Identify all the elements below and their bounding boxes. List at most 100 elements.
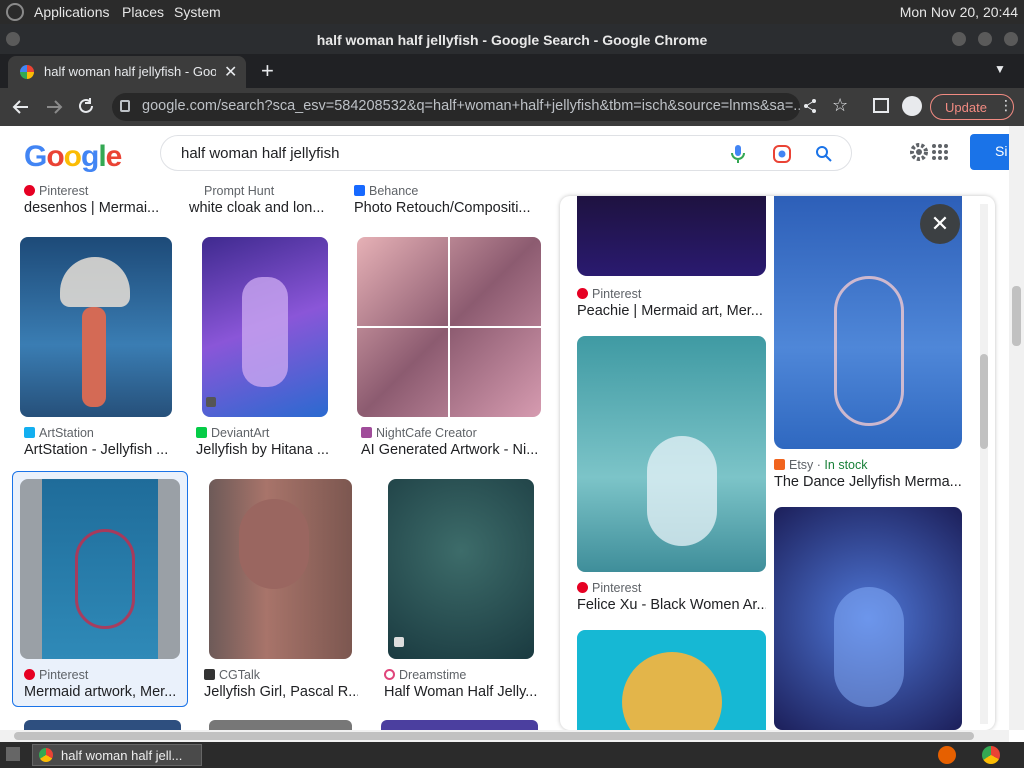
result-image-dreamstime[interactable]: [388, 479, 534, 659]
source-label: NightCafe Creator: [376, 426, 477, 440]
back-icon[interactable]: [12, 98, 30, 116]
source-label: Pinterest: [39, 184, 89, 198]
horizontal-scroll-thumb[interactable]: [14, 732, 974, 740]
result-title-top-2[interactable]: white cloak and lon...: [189, 200, 349, 216]
panel-source-1[interactable]: Pinterest: [577, 285, 641, 303]
update-button[interactable]: Update ⋮: [930, 94, 1014, 120]
panel-title-1[interactable]: Peachie | Mermaid art, Mer...: [577, 303, 766, 319]
panel-image-partial[interactable]: [577, 630, 766, 730]
behance-favicon-icon: [354, 185, 365, 196]
result-source-cgtalk[interactable]: CGTalk: [204, 666, 260, 684]
nightcafe-favicon-icon: [361, 427, 372, 438]
google-doodle-logo[interactable]: Google: [24, 140, 122, 174]
tab-title: half woman half jellyfish - Goo: [44, 64, 216, 79]
reload-icon[interactable]: [77, 97, 95, 115]
bookmark-star-icon[interactable]: ☆: [832, 95, 848, 116]
profile-avatar-icon[interactable]: [902, 96, 922, 116]
share-icon[interactable]: [802, 98, 818, 114]
search-icon[interactable]: [815, 145, 833, 163]
pinterest-favicon-icon: [24, 669, 35, 680]
horizontal-scrollbar[interactable]: [0, 730, 1009, 742]
result-source-top-2[interactable]: Prompt Hunt: [189, 182, 274, 200]
settings-gear-icon[interactable]: [908, 141, 930, 163]
result-title-pinterest[interactable]: Mermaid artwork, Mer...: [24, 684, 180, 700]
close-window-icon[interactable]: [1004, 32, 1018, 46]
source-label: Behance: [369, 184, 419, 198]
result-source-artstation[interactable]: ArtStation: [24, 424, 94, 442]
result-source-deviantart[interactable]: DeviantArt: [196, 424, 269, 442]
panel-title-etsy[interactable]: The Dance Jellyfish Merma...: [774, 474, 962, 490]
source-label: Prompt Hunt: [204, 184, 275, 198]
window-titlebar[interactable]: half woman half jellyfish - Google Searc…: [0, 24, 1024, 54]
result-title-deviantart[interactable]: Jellyfish by Hitana ...: [196, 442, 336, 458]
image-badge-icon: [206, 397, 216, 407]
panel-image-peachie[interactable]: [577, 196, 766, 276]
source-label: CGTalk: [219, 668, 260, 682]
search-input[interactable]: half woman half jellyfish: [181, 145, 339, 162]
sign-in-label: Si: [995, 143, 1008, 159]
taskbar-chrome-window[interactable]: half woman half jell...: [32, 744, 202, 766]
result-image-deviantart[interactable]: [202, 237, 328, 417]
show-desktop-icon[interactable]: [6, 747, 20, 761]
pinterest-favicon-icon: [577, 288, 588, 299]
forward-icon[interactable]: [45, 98, 63, 116]
chrome-launcher-icon[interactable]: [982, 746, 1000, 764]
panel-image-felice[interactable]: [577, 336, 766, 572]
search-box[interactable]: half woman half jellyfish: [160, 135, 852, 171]
menu-applications[interactable]: Applications: [34, 4, 110, 20]
source-label: Pinterest: [592, 581, 642, 595]
panel-source-2[interactable]: Pinterest: [577, 579, 641, 597]
os-logo-icon[interactable]: [6, 3, 24, 21]
panel-scrollbar[interactable]: [980, 204, 988, 724]
result-image-partial[interactable]: [209, 720, 352, 730]
lens-icon[interactable]: [773, 145, 791, 163]
result-title-cgtalk[interactable]: Jellyfish Girl, Pascal R...: [204, 684, 358, 700]
result-image-nightcafe[interactable]: [357, 237, 541, 417]
voice-search-icon[interactable]: [731, 145, 745, 163]
result-title-nightcafe[interactable]: AI Generated Artwork - Ni...: [361, 442, 541, 458]
side-panel-icon[interactable]: [873, 98, 889, 113]
url-text[interactable]: google.com/search?sca_esv=584208532&q=ha…: [142, 98, 800, 114]
result-title-top-1[interactable]: desenhos | Mermai...: [24, 200, 184, 216]
new-tab-icon[interactable]: +: [261, 58, 274, 84]
result-source-top-3[interactable]: Behance: [354, 182, 418, 200]
window-title: half woman half jellyfish - Google Searc…: [316, 32, 708, 48]
lock-icon[interactable]: [120, 100, 130, 112]
kebab-menu-icon[interactable]: ⋮: [999, 97, 1013, 114]
firefox-icon[interactable]: [938, 746, 956, 764]
result-source-pinterest[interactable]: Pinterest: [24, 666, 88, 684]
apps-grid-icon[interactable]: [932, 144, 948, 160]
tab-close-icon[interactable]: ✕: [224, 62, 237, 82]
minimize-icon[interactable]: [952, 32, 966, 46]
source-label: Etsy: [789, 458, 814, 472]
prompt-hunt-favicon-icon: [189, 185, 200, 196]
result-source-nightcafe[interactable]: NightCafe Creator: [361, 424, 477, 442]
panel-source-etsy[interactable]: Etsy · In stock: [774, 456, 868, 474]
clock[interactable]: Mon Nov 20, 20:44: [900, 4, 1018, 20]
result-image-cgtalk[interactable]: [209, 479, 352, 659]
close-panel-icon[interactable]: ✕: [920, 204, 960, 244]
address-bar[interactable]: google.com/search?sca_esv=584208532&q=ha…: [112, 93, 800, 121]
result-source-dreamstime[interactable]: Dreamstime: [384, 666, 466, 684]
result-title-artstation[interactable]: ArtStation - Jellyfish ...: [24, 442, 176, 458]
panel-scroll-thumb[interactable]: [980, 354, 988, 449]
result-image-partial[interactable]: [24, 720, 181, 730]
image-preview-panel: Pinterest Peachie | Mermaid art, Mer... …: [560, 196, 995, 730]
result-image-pinterest-mermaid[interactable]: [20, 479, 180, 659]
result-title-top-3[interactable]: Photo Retouch/Compositi...: [354, 200, 544, 216]
result-image-partial[interactable]: [381, 720, 538, 730]
menu-places[interactable]: Places: [122, 4, 164, 20]
result-title-dreamstime[interactable]: Half Woman Half Jelly...: [384, 684, 540, 700]
tab-search-chevron-icon[interactable]: ▼: [994, 62, 1006, 76]
tab-google-search[interactable]: half woman half jellyfish - Goo ✕: [8, 56, 246, 88]
result-image-artstation[interactable]: [20, 237, 172, 417]
page-scroll-thumb[interactable]: [1012, 286, 1021, 346]
panel-title-2[interactable]: Felice Xu - Black Women Ar...: [577, 597, 766, 613]
source-label: Dreamstime: [399, 668, 467, 682]
menu-system[interactable]: System: [174, 4, 221, 20]
result-source-top-1[interactable]: Pinterest: [24, 182, 88, 200]
panel-image-jellyfish-dress[interactable]: [774, 507, 962, 730]
os-top-panel: Applications Places System Mon Nov 20, 2…: [0, 0, 1024, 24]
page-scrollbar[interactable]: [1009, 126, 1024, 730]
maximize-icon[interactable]: [978, 32, 992, 46]
